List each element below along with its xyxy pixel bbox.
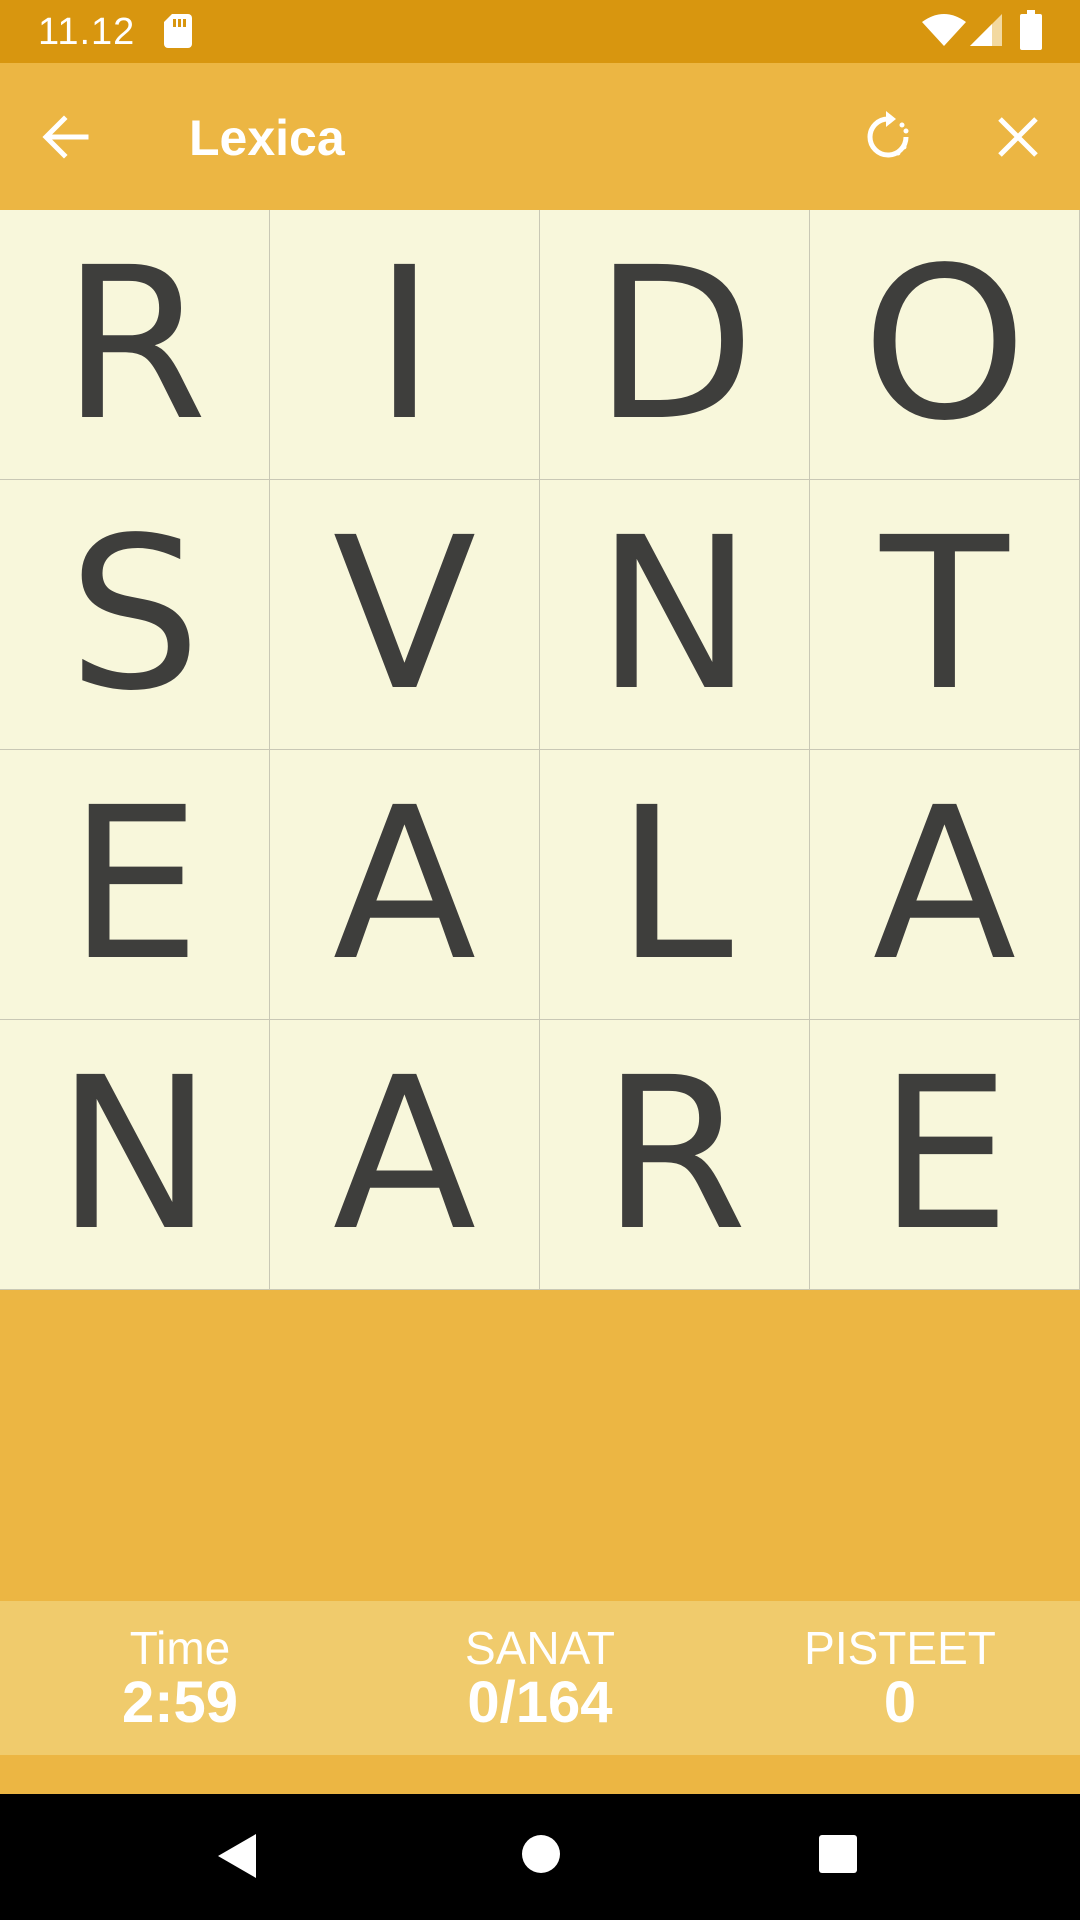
nav-recents-icon[interactable] [818,1834,858,1874]
battery-icon [1020,10,1042,50]
letter-tile[interactable]: V [270,480,540,750]
words-value: 0/164 [467,1670,613,1735]
points-value: 0 [883,1670,917,1735]
letter-tile[interactable]: N [540,480,810,750]
restart-icon[interactable] [858,107,918,167]
letter-tile[interactable]: T [810,480,1080,750]
letter-tile[interactable]: A [270,1020,540,1290]
time-value: 2:59 [121,1670,239,1735]
letter-tile[interactable]: O [810,210,1080,480]
letter-tile[interactable]: I [270,210,540,480]
app-bar: Lexica [0,63,1080,210]
letter-tile[interactable]: L [540,750,810,1020]
sd-card-icon [164,14,192,48]
letter-tile[interactable]: S [0,480,270,750]
status-time: 11.12 [38,11,136,53]
app-title: Lexica [189,110,345,166]
letter-tile[interactable]: D [540,210,810,480]
letter-tile[interactable]: A [270,750,540,1020]
status-bar: 11.12 [0,0,1080,63]
letter-tile[interactable]: A [810,750,1080,1020]
arrow-back-icon[interactable] [38,109,94,165]
letter-board: R I D O S V N T E A L A N A R E [0,210,1080,1290]
current-word-area [0,1290,1080,1601]
letter-tile[interactable]: E [810,1020,1080,1290]
system-nav-bar [0,1794,1080,1920]
signal-icon [970,14,1002,46]
words-label: SANAT [465,1622,615,1674]
words-stat: SANAT 0/164 [390,1623,690,1733]
time-stat: Time 2:59 [30,1623,330,1733]
bottom-strip [0,1755,1080,1794]
nav-back-icon[interactable] [216,1832,260,1880]
points-stat: PISTEET 0 [750,1623,1050,1733]
letter-tile[interactable]: E [0,750,270,1020]
wifi-icon [922,14,966,46]
letter-tile[interactable]: R [540,1020,810,1290]
nav-home-icon[interactable] [521,1834,561,1874]
stats-bar: Time 2:59 SANAT 0/164 PISTEET 0 [0,1601,1080,1755]
time-label: Time [129,1622,231,1674]
letter-tile[interactable]: R [0,210,270,480]
points-label: PISTEET [804,1622,996,1674]
letter-tile[interactable]: N [0,1020,270,1290]
close-icon[interactable] [988,107,1048,167]
